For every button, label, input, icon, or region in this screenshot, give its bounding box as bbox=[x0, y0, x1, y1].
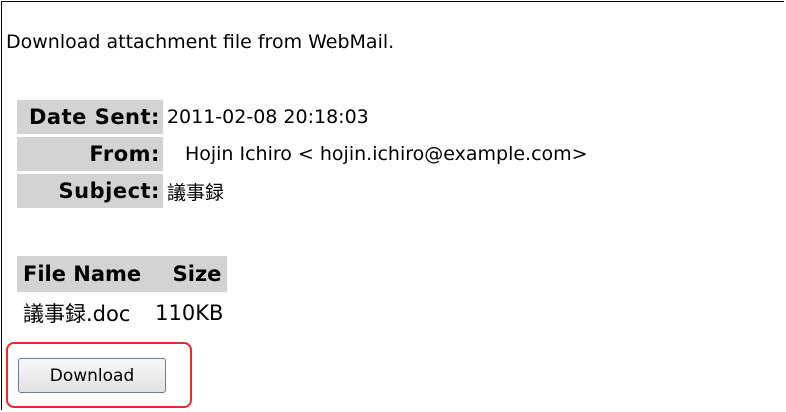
subject-value: 議事録 bbox=[166, 181, 224, 204]
from-value: Hojin Ichiro < hojin.ichiro@example.com> bbox=[163, 137, 588, 171]
date-sent-label: Date Sent: bbox=[17, 100, 163, 134]
table-row: 議事録.doc 110KB bbox=[17, 292, 227, 330]
date-sent-value: 2011-02-08 20:18:03 bbox=[166, 106, 369, 128]
file-name-cell: 議事録.doc bbox=[23, 302, 131, 326]
file-name-header: File Name bbox=[17, 256, 148, 292]
date-sent-row: Date Sent: 2011-02-08 20:18:03 bbox=[17, 100, 588, 134]
mail-info-table: Date Sent: 2011-02-08 20:18:03 From: Hoj… bbox=[17, 97, 588, 211]
size-header: Size bbox=[147, 256, 228, 292]
attachments-header-row: File Name Size bbox=[17, 256, 228, 292]
from-row: From: Hojin Ichiro < hojin.ichiro@exampl… bbox=[17, 137, 588, 171]
attachments-table: File Name Size 議事録.doc 110KB bbox=[17, 256, 228, 330]
from-label: From: bbox=[17, 137, 163, 171]
subject-label: Subject: bbox=[17, 174, 163, 208]
intro-text: Download attachment file from WebMail. bbox=[6, 31, 395, 53]
download-button[interactable]: Download bbox=[18, 358, 166, 393]
from-value-text: Hojin Ichiro < hojin.ichiro@example.com> bbox=[184, 143, 588, 165]
subject-row: Subject: 議事録 bbox=[17, 174, 588, 208]
file-size-cell: 110KB bbox=[155, 301, 224, 325]
